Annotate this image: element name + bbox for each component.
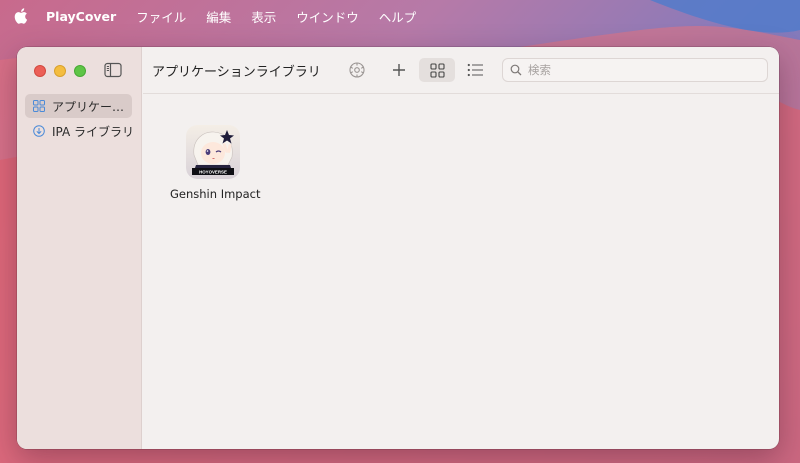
grid-view-icon [429,62,445,78]
search-icon [510,64,522,76]
gear-icon [349,62,365,78]
app-icon-badge: HOYOVERSE [199,170,227,175]
list-view-icon [467,63,483,77]
sidebar-item-label: IPA ライブラリ [52,124,132,139]
plus-icon [393,64,405,76]
menu-view[interactable]: 表示 [251,7,276,26]
sidebar-item-applications[interactable]: アプリケー… [25,94,132,118]
app-library-grid: HOYOVERSE Genshin Impact [143,95,779,449]
genshin-impact-app-icon[interactable]: HOYOVERSE [186,125,240,179]
grid-icon [33,100,45,112]
close-window-button[interactable] [34,65,46,77]
page-title: アプリケーションライブラリ [152,65,321,80]
sidebar-item-label: アプリケー… [52,99,125,114]
maximize-window-button[interactable] [74,65,86,77]
add-app-button[interactable] [381,58,417,82]
menu-bar: PlayCover ファイル 編集 表示 ウインドウ ヘルプ [0,0,800,32]
settings-button[interactable] [339,58,375,82]
sidebar-toggle-icon[interactable] [104,62,122,78]
menu-window[interactable]: ウインドウ [296,7,359,26]
sidebar: アプリケー… IPA ライブラリ [17,47,142,449]
playcover-window: アプリケー… IPA ライブラリ アプリケーションライブラリ 検索 HOYOVE… [17,47,779,449]
list-view-button[interactable] [457,58,493,82]
window-controls [34,65,86,77]
menu-file[interactable]: ファイル [136,7,186,26]
app-name-label: Genshin Impact [170,187,261,201]
minimize-window-button[interactable] [54,65,66,77]
toolbar: アプリケーションライブラリ [143,47,779,94]
search-field[interactable] [502,58,768,82]
menu-app-name[interactable]: PlayCover [46,9,116,24]
menu-edit[interactable]: 編集 [206,7,231,26]
sidebar-item-ipa-library[interactable]: IPA ライブラリ [25,119,132,143]
grid-view-button[interactable] [419,58,455,82]
app-tile-genshin-impact[interactable]: HOYOVERSE Genshin Impact [170,125,261,201]
menu-help[interactable]: ヘルプ [379,7,417,26]
apple-icon[interactable] [14,7,30,25]
download-circle-icon [33,125,45,137]
search-input[interactable] [528,63,758,77]
